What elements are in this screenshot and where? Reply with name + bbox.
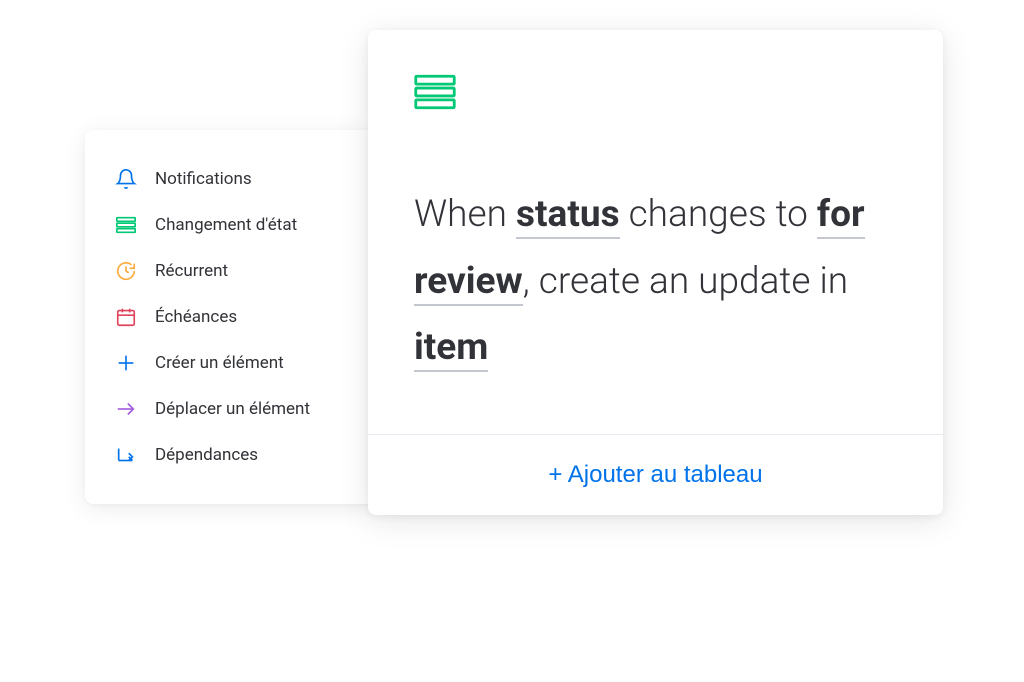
sentence-text: , create an update in	[523, 260, 848, 303]
automation-menu: Notifications Changement d'état Récurren…	[85, 130, 375, 504]
status-token[interactable]: status	[516, 193, 620, 239]
menu-label: Récurrent	[155, 261, 228, 281]
arrow-right-icon	[115, 398, 137, 420]
plus-icon	[115, 352, 137, 374]
bell-icon	[115, 168, 137, 190]
card-body: When status changes to for review, creat…	[368, 30, 943, 434]
card-footer: + Ajouter au tableau	[368, 434, 943, 515]
item-token[interactable]: item	[414, 326, 488, 372]
recipe-sentence: When status changes to for review, creat…	[414, 182, 894, 382]
menu-item-create-item[interactable]: Créer un élément	[85, 340, 375, 386]
menu-label: Déplacer un élément	[155, 399, 310, 419]
menu-item-deadlines[interactable]: Échéances	[85, 294, 375, 340]
menu-label: Changement d'état	[155, 215, 297, 235]
menu-label: Dépendances	[155, 445, 258, 465]
status-bars-icon	[414, 74, 897, 114]
menu-item-status-change[interactable]: Changement d'état	[85, 202, 375, 248]
menu-item-notifications[interactable]: Notifications	[85, 156, 375, 202]
menu-label: Notifications	[155, 169, 252, 189]
add-to-board-button[interactable]: + Ajouter au tableau	[548, 461, 762, 489]
menu-item-dependencies[interactable]: Dépendances	[85, 432, 375, 478]
sentence-text: changes to	[620, 193, 817, 236]
calendar-icon	[115, 306, 137, 328]
dependency-icon	[115, 444, 137, 466]
menu-label: Créer un élément	[155, 353, 284, 373]
status-bars-icon	[115, 214, 137, 236]
menu-item-move-item[interactable]: Déplacer un élément	[85, 386, 375, 432]
menu-item-recurrent[interactable]: Récurrent	[85, 248, 375, 294]
clock-icon	[115, 260, 137, 282]
menu-label: Échéances	[155, 307, 237, 327]
sentence-text: When	[414, 193, 516, 236]
automation-recipe-card: When status changes to for review, creat…	[368, 30, 943, 515]
